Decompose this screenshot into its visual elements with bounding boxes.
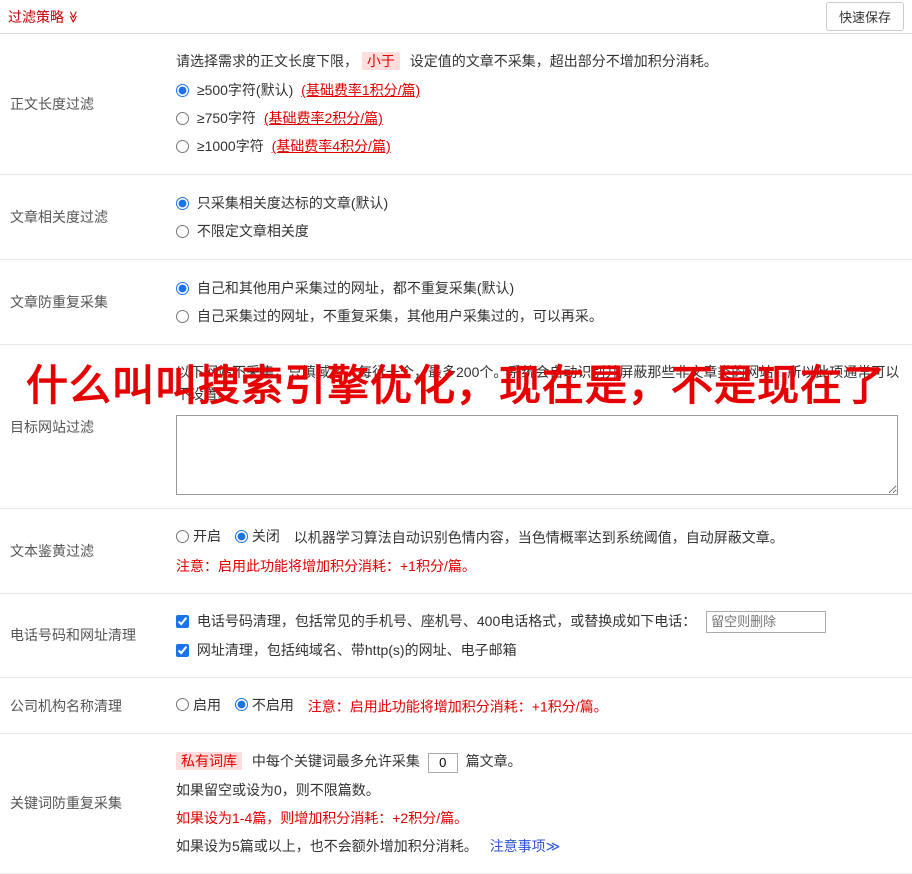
company-clean-on-label: 启用 xyxy=(193,696,221,713)
length-option-500-radio[interactable] xyxy=(176,84,189,97)
relevance-filter-label: 文章相关度过滤 xyxy=(10,209,108,225)
dedup-filter-label: 文章防重复采集 xyxy=(10,294,108,310)
dedup-option-global-label: 自己和其他用户采集过的网址，都不重复采集(默认) xyxy=(196,280,515,296)
phone-url-clean-content: 电话号码清理，包括常见的手机号、座机号、400电话格式，或替换成如下电话： 网址… xyxy=(170,594,912,677)
relevance-option-strict-label: 只采集相关度达标的文章(默认) xyxy=(196,195,389,211)
keyword-dedup-line4: 如果设为5篇或以上，也不会额外增加积分消耗。 注意事项≫ xyxy=(176,835,904,857)
site-filter-description: 以下网站不采集，只填域名，每行一个，最多200个。系统会自动识别并屏蔽那些非文章… xyxy=(176,364,900,402)
site-filter-content: 以下网站不采集，只填域名，每行一个，最多200个。系统会自动识别并屏蔽那些非文章… xyxy=(170,345,912,508)
keyword-dedup-line1-post: 篇文章。 xyxy=(465,753,522,770)
quick-save-button[interactable]: 快速保存 xyxy=(825,2,904,31)
row-dedup-filter: 文章防重复采集 自己和其他用户采集过的网址，都不重复采集(默认) 自己采集过的网… xyxy=(0,260,912,345)
length-option-750[interactable]: ≥750字符 (基础费率2积分/篇) xyxy=(176,108,904,128)
dedup-option-self-radio[interactable] xyxy=(176,310,189,323)
chevron-down-icon: ≫ xyxy=(66,10,81,23)
length-filter-content: 请选择需求的正文长度下限， 小于 设定值的文章不采集，超出部分不增加积分消耗。 … xyxy=(170,34,912,174)
relevance-option-any-radio[interactable] xyxy=(176,225,189,238)
row-porn-filter: 文本鉴黄过滤 开启 关闭 以机器学习算法自动识别色情内容，当色情概率达到系统阈值… xyxy=(0,509,912,594)
porn-filter-on-option[interactable]: 开启 xyxy=(176,525,221,547)
replacement-phone-input[interactable] xyxy=(706,610,827,633)
porn-filter-off-label: 关闭 xyxy=(251,528,280,544)
relevance-option-strict-radio[interactable] xyxy=(176,197,189,210)
row-length-filter: 正文长度过滤 请选择需求的正文长度下限， 小于 设定值的文章不采集，超出部分不增… xyxy=(0,34,912,175)
blocked-sites-textarea[interactable] xyxy=(176,415,898,495)
row-relevance-filter: 文章相关度过滤 只采集相关度达标的文章(默认) 不限定文章相关度 xyxy=(0,175,912,260)
company-clean-off-label: 不启用 xyxy=(251,696,294,713)
length-option-750-fee-note: (基础费率2积分/篇) xyxy=(263,110,383,126)
phone-clean-line: 电话号码清理，包括常见的手机号、座机号、400电话格式，或替换成如下电话： xyxy=(176,610,904,633)
porn-filter-off-radio[interactable] xyxy=(234,529,248,543)
dedup-option-global-radio[interactable] xyxy=(176,282,189,295)
relevance-option-any[interactable]: 不限定文章相关度 xyxy=(176,221,904,241)
porn-filter-content: 开启 关闭 以机器学习算法自动识别色情内容，当色情概率达到系统阈值，自动屏蔽文章… xyxy=(170,509,912,593)
porn-filter-on-radio[interactable] xyxy=(176,529,189,543)
intro-post: 设定值的文章不采集，超出部分不增加积分消耗。 xyxy=(409,53,718,69)
porn-filter-on-label: 开启 xyxy=(193,528,221,544)
porn-filter-options: 开启 关闭 以机器学习算法自动识别色情内容，当色情概率达到系统阈值，自动屏蔽文章… xyxy=(176,525,904,549)
relevance-option-strict[interactable]: 只采集相关度达标的文章(默认) xyxy=(176,193,904,213)
keyword-dedup-line3: 如果设为1-4篇，则增加积分消耗：+2积分/篇。 xyxy=(176,809,469,826)
length-option-750-label: ≥750字符 xyxy=(196,110,256,126)
keyword-dedup-line4-text: 如果设为5篇或以上，也不会额外增加积分消耗。 xyxy=(176,837,478,854)
url-clean-option[interactable]: 网址清理，包括纯域名、带http(s)的网址、电子邮箱 xyxy=(176,642,517,658)
length-option-750-radio[interactable] xyxy=(176,112,189,125)
notes-link[interactable]: 注意事项≫ xyxy=(490,838,561,854)
length-option-1000[interactable]: ≥1000字符 (基础费率4积分/篇) xyxy=(176,136,904,156)
length-option-500[interactable]: ≥500字符(默认) (基础费率1积分/篇) xyxy=(176,80,904,100)
row-keyword-dedup: 关键词防重复采集 私有词库 中每个关键词最多允许采集 篇文章。 如果留空或设为0… xyxy=(0,734,912,874)
company-clean-warning: 注意：启用此功能将增加积分消耗：+1积分/篇。 xyxy=(307,698,608,715)
length-option-1000-radio[interactable] xyxy=(176,140,189,153)
row-phone-url-clean: 电话号码和网址清理 电话号码清理，包括常见的手机号、座机号、400电话格式，或替… xyxy=(0,594,912,678)
phone-url-clean-label: 电话号码和网址清理 xyxy=(10,627,136,644)
company-clean-off-radio[interactable] xyxy=(234,698,248,712)
keyword-dedup-line1: 私有词库 中每个关键词最多允许采集 篇文章。 xyxy=(176,750,904,773)
phone-clean-option[interactable]: 电话号码清理，包括常见的手机号、座机号、400电话格式，或替换成如下电话： xyxy=(176,613,700,629)
length-option-1000-label: ≥1000字符 xyxy=(196,138,264,154)
company-clean-label: 公司机构名称清理 xyxy=(10,697,122,714)
length-option-500-label: ≥500字符(默认) xyxy=(196,82,294,98)
row-company-clean: 公司机构名称清理 启用 不启用 注意：启用此功能将增加积分消耗：+1积分/篇。 xyxy=(0,678,912,735)
company-clean-content: 启用 不启用 注意：启用此功能将增加积分消耗：+1积分/篇。 xyxy=(170,678,912,734)
dedup-filter-content: 自己和其他用户采集过的网址，都不重复采集(默认) 自己采集过的网址，不重复采集，… xyxy=(170,260,912,344)
company-clean-off-option[interactable]: 不启用 xyxy=(234,694,294,716)
porn-filter-warning: 注意：启用此功能将增加积分消耗：+1积分/篇。 xyxy=(176,557,476,574)
page-title[interactable]: 过滤策略 ≫ xyxy=(8,7,80,27)
keyword-dedup-line1-mid: 中每个关键词最多允许采集 xyxy=(251,753,420,770)
keyword-dedup-content: 私有词库 中每个关键词最多允许采集 篇文章。 如果留空或设为0，则不限篇数。 如… xyxy=(170,734,912,872)
porn-filter-off-option[interactable]: 关闭 xyxy=(234,525,280,547)
porn-filter-label: 文本鉴黄过滤 xyxy=(10,542,94,559)
porn-filter-description: 以机器学习算法自动识别色情内容，当色情概率达到系统阈值，自动屏蔽文章。 xyxy=(293,529,784,546)
url-clean-line: 网址清理，包括纯域名、带http(s)的网址、电子邮箱 xyxy=(176,639,904,661)
keyword-dedup-label: 关键词防重复采集 xyxy=(10,795,122,812)
url-clean-checkbox[interactable] xyxy=(176,643,189,657)
phone-clean-text: 电话号码清理，包括常见的手机号、座机号、400电话格式，或替换成如下电话： xyxy=(196,612,697,629)
length-option-1000-fee-note: (基础费率4积分/篇) xyxy=(271,138,391,154)
intro-pre: 请选择需求的正文长度下限， xyxy=(176,53,358,69)
dedup-option-global[interactable]: 自己和其他用户采集过的网址，都不重复采集(默认) xyxy=(176,278,904,298)
max-articles-input[interactable] xyxy=(427,752,458,773)
page-title-text: 过滤策略 xyxy=(8,8,64,25)
relevance-filter-content: 只采集相关度达标的文章(默认) 不限定文章相关度 xyxy=(170,175,912,259)
dedup-option-self-label: 自己采集过的网址，不重复采集，其他用户采集过的，可以再采。 xyxy=(196,308,603,324)
url-clean-text: 网址清理，包括纯域名、带http(s)的网址、电子邮箱 xyxy=(196,641,517,658)
row-site-filter: 目标网站过滤 以下网站不采集，只填域名，每行一个，最多200个。系统会自动识别并… xyxy=(0,345,912,509)
length-filter-label: 正文长度过滤 xyxy=(10,96,94,112)
intro-highlight: 小于 xyxy=(361,52,400,70)
company-clean-on-radio[interactable] xyxy=(176,698,189,712)
site-filter-label: 目标网站过滤 xyxy=(10,418,94,435)
relevance-option-any-label: 不限定文章相关度 xyxy=(196,223,309,239)
keyword-dedup-line2: 如果留空或设为0，则不限篇数。 xyxy=(176,781,380,798)
length-filter-intro: 请选择需求的正文长度下限， 小于 设定值的文章不采集，超出部分不增加积分消耗。 xyxy=(176,50,904,72)
phone-clean-checkbox[interactable] xyxy=(176,614,189,628)
company-clean-on-option[interactable]: 启用 xyxy=(176,694,221,716)
dedup-option-self[interactable]: 自己采集过的网址，不重复采集，其他用户采集过的，可以再采。 xyxy=(176,306,904,326)
length-option-500-fee-note: (基础费率1积分/篇) xyxy=(301,82,421,98)
toolbar: 过滤策略 ≫ 快速保存 xyxy=(0,0,912,34)
company-clean-options: 启用 不启用 注意：启用此功能将增加积分消耗：+1积分/篇。 xyxy=(176,694,904,718)
